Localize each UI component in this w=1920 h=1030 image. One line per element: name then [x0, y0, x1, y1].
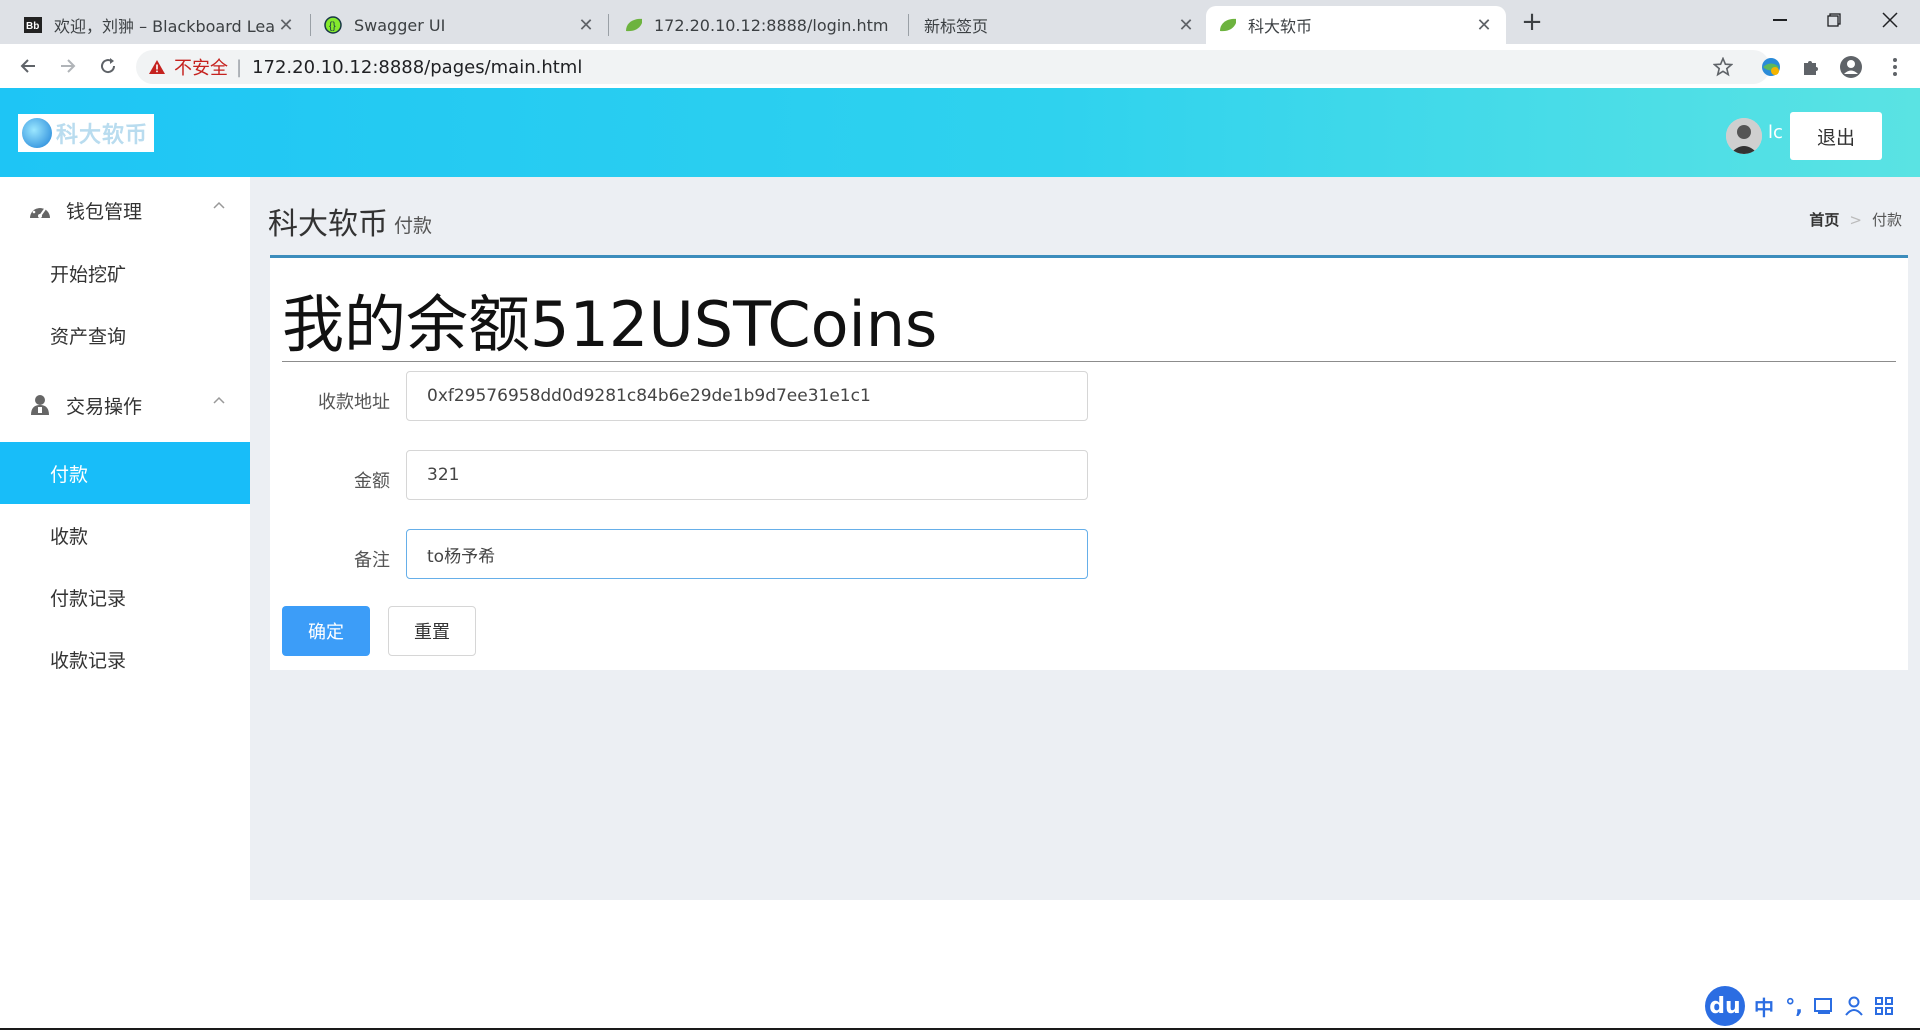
- leaf-icon: [624, 16, 642, 34]
- sidebar-group-wallet[interactable]: 钱包管理: [0, 180, 250, 240]
- url-text: 172.20.10.12:8888/pages/main.html: [252, 56, 583, 78]
- swagger-icon: {}: [324, 16, 342, 34]
- tab-divider: [908, 14, 909, 36]
- browser-tabstrip: Bb 欢迎，刘翀 – Blackboard Learn ✕ {} Swagger…: [0, 0, 1920, 44]
- address-field[interactable]: [406, 371, 1088, 421]
- user-name: lc: [1768, 122, 1783, 143]
- restore-icon[interactable]: [1810, 4, 1858, 36]
- tab-title: 新标签页: [924, 17, 989, 36]
- tab-newtab[interactable]: 新标签页 ✕: [912, 6, 1208, 44]
- menu-kebab-icon[interactable]: [1882, 54, 1908, 80]
- sidebar-item-label: 资产查询: [50, 325, 127, 348]
- blackboard-icon: Bb: [24, 16, 42, 34]
- sidebar-group-label: 交易操作: [66, 395, 143, 418]
- avatar[interactable]: [1726, 118, 1762, 154]
- sidebar-item-payment-records[interactable]: 付款记录: [0, 566, 250, 628]
- reset-button[interactable]: 重置: [388, 606, 476, 656]
- close-icon[interactable]: ✕: [276, 15, 296, 36]
- confirm-button[interactable]: 确定: [282, 606, 370, 656]
- breadcrumb-current: 付款: [1871, 211, 1902, 229]
- note-label: 备注: [354, 550, 390, 571]
- forward-icon[interactable]: [54, 52, 82, 80]
- sidebar-item-start-mining[interactable]: 开始挖矿: [0, 242, 250, 304]
- svg-text:Bb: Bb: [26, 21, 39, 32]
- keyboard-icon[interactable]: [1811, 993, 1837, 1019]
- baidu-ime-logo[interactable]: du: [1705, 986, 1745, 1026]
- tab-title: 欢迎，刘翀 – Blackboard Learn: [54, 17, 276, 36]
- tab-active-app[interactable]: 科大软币 ✕: [1206, 6, 1506, 44]
- tab-title: 科大软币: [1248, 17, 1313, 36]
- chevron-up-icon: [213, 201, 225, 209]
- omnibox-separator: |: [236, 56, 243, 78]
- close-icon[interactable]: ✕: [1176, 15, 1196, 36]
- close-icon[interactable]: ✕: [576, 15, 596, 36]
- sidebar-item-label: 收款记录: [50, 649, 127, 672]
- user-icon: [28, 393, 52, 417]
- ime-punct-toggle[interactable]: °,: [1781, 993, 1807, 1019]
- tab-blackboard[interactable]: Bb 欢迎，刘翀 – Blackboard Learn ✕: [12, 6, 308, 44]
- tab-divider: [310, 14, 311, 36]
- insecure-label: 不安全: [174, 58, 228, 79]
- amount-label: 金额: [354, 471, 390, 492]
- sidebar-group-label: 钱包管理: [66, 200, 143, 223]
- warning-icon: [148, 59, 166, 75]
- tab-title: 172.20.10.12:8888/login.htm: [654, 15, 889, 35]
- logo-text: 科大软币: [56, 123, 149, 148]
- sidebar-group-transactions[interactable]: 交易操作: [0, 375, 250, 435]
- sidebar-item-label: 付款记录: [50, 587, 127, 610]
- main-content: 科大软币 付款 首页 > 付款 我的余额512USTCoins 收款地址 金额 …: [250, 177, 1920, 900]
- sidebar-item-pay[interactable]: 付款: [0, 442, 250, 504]
- star-icon[interactable]: [1710, 54, 1736, 80]
- note-field[interactable]: [406, 529, 1088, 579]
- divider: [282, 361, 1896, 362]
- tab-divider: [608, 14, 609, 36]
- breadcrumb: 首页 > 付款: [1809, 209, 1902, 230]
- sidebar-item-receive[interactable]: 收款: [0, 504, 250, 566]
- ime-toolbar: du 中 °,: [1705, 986, 1920, 1026]
- payment-card: 我的余额512USTCoins 收款地址 金额 备注 确定 重置: [270, 255, 1908, 670]
- ime-lang-toggle[interactable]: 中: [1751, 993, 1777, 1020]
- grid-icon[interactable]: [1871, 993, 1897, 1019]
- close-icon[interactable]: ✕: [1474, 15, 1494, 36]
- profile-icon[interactable]: [1838, 54, 1864, 80]
- close-window-icon[interactable]: [1866, 4, 1914, 36]
- sidebar-item-label: 开始挖矿: [50, 263, 127, 286]
- page-subtitle: 付款: [394, 215, 433, 237]
- svg-text:{}: {}: [329, 21, 336, 32]
- back-icon[interactable]: [14, 52, 42, 80]
- address-label: 收款地址: [318, 392, 390, 413]
- logo[interactable]: 科大软币: [18, 114, 154, 152]
- extensions-puzzle-icon[interactable]: [1798, 54, 1824, 80]
- extension-globe-icon[interactable]: [1758, 54, 1784, 80]
- breadcrumb-separator: >: [1849, 210, 1862, 229]
- tab-title: Swagger UI: [354, 15, 446, 35]
- address-bar[interactable]: 不安全 | 172.20.10.12:8888/pages/main.html: [136, 50, 1770, 84]
- new-tab-button[interactable]: +: [1518, 7, 1546, 37]
- user-icon[interactable]: [1841, 993, 1867, 1019]
- app-header: 科大软币 lc 退出: [0, 88, 1920, 177]
- breadcrumb-home[interactable]: 首页: [1809, 209, 1839, 230]
- chevron-up-icon: [213, 396, 225, 404]
- reload-icon[interactable]: [94, 52, 122, 80]
- dashboard-icon: [28, 198, 52, 222]
- tab-login[interactable]: 172.20.10.12:8888/login.htm: [612, 6, 908, 44]
- balance-heading: 我的余额512USTCoins: [282, 288, 938, 361]
- logout-button[interactable]: 退出: [1790, 112, 1882, 160]
- sidebar: 钱包管理 开始挖矿 资产查询 交易操作 付款 收款 付款记录 收款记录: [0, 177, 250, 900]
- tab-swagger[interactable]: {} Swagger UI ✕: [312, 6, 608, 44]
- amount-field[interactable]: [406, 450, 1088, 500]
- logo-mark-icon: [22, 118, 52, 148]
- minimize-icon[interactable]: [1756, 4, 1804, 36]
- sidebar-item-label: 付款: [50, 463, 89, 486]
- browser-toolbar: 不安全 | 172.20.10.12:8888/pages/main.html: [0, 44, 1920, 88]
- sidebar-item-asset-query[interactable]: 资产查询: [0, 304, 250, 366]
- sidebar-item-receipt-records[interactable]: 收款记录: [0, 628, 250, 690]
- sidebar-item-label: 收款: [50, 525, 89, 548]
- leaf-icon: [1218, 16, 1236, 34]
- page-title: 科大软币: [268, 207, 388, 242]
